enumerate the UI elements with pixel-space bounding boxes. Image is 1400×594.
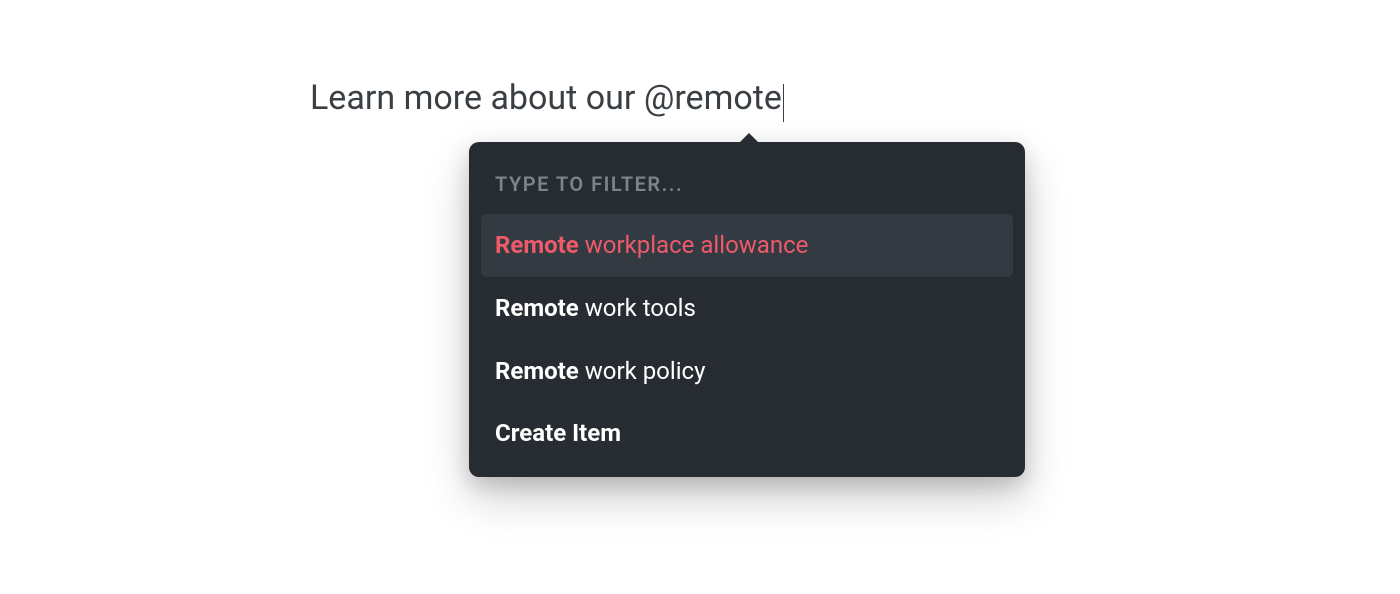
suggestion-match-text: Remote (495, 357, 579, 385)
create-item-button[interactable]: Create Item (481, 402, 1013, 465)
mention-text: @remote (644, 78, 782, 118)
editor-input-line[interactable]: Learn more about our @remote (310, 78, 784, 118)
suggestion-match-text: Remote (495, 231, 579, 259)
suggestion-item-0[interactable]: Remote workplace allowance (481, 214, 1013, 277)
popup-arrow-icon (739, 133, 759, 143)
suggestion-match-text: Remote (495, 294, 579, 322)
suggestion-rest-text: work policy (579, 357, 706, 385)
mention-suggestion-popup: TYPE TO FILTER... Remote workplace allow… (469, 142, 1025, 477)
text-caret (783, 84, 784, 122)
suggestion-item-1[interactable]: Remote work tools (481, 277, 1013, 340)
input-prefix-text: Learn more about our (310, 78, 644, 118)
suggestion-item-2[interactable]: Remote work policy (481, 340, 1013, 403)
popup-filter-header: TYPE TO FILTER... (481, 162, 1013, 214)
suggestion-rest-text: work tools (579, 294, 696, 322)
suggestion-rest-text: workplace allowance (579, 231, 809, 259)
